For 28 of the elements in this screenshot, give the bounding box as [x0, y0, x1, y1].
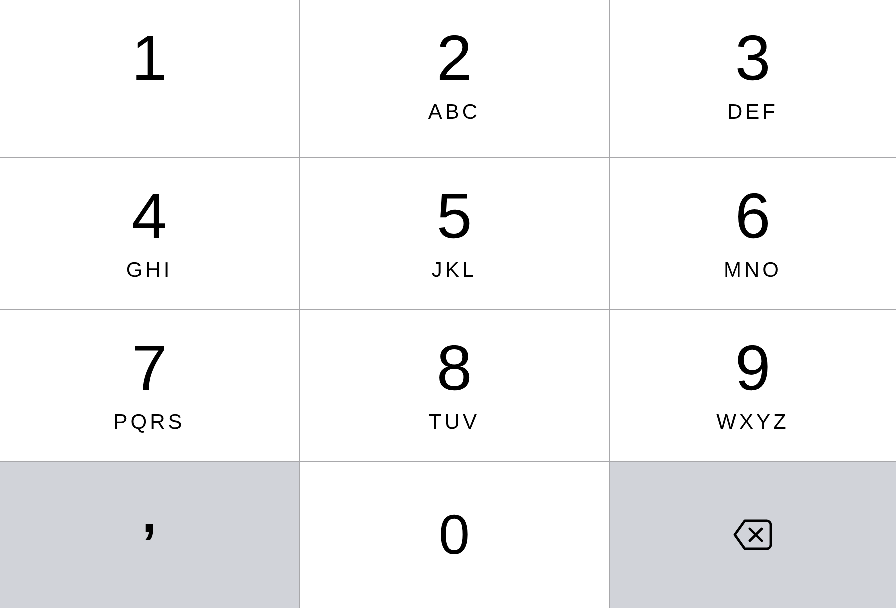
keypad-key[interactable]: 2 ABC: [300, 0, 610, 158]
keypad-key[interactable]: 7 PQRS: [0, 310, 300, 462]
key-digit: 9: [735, 336, 771, 400]
key-digit: 7: [132, 336, 168, 400]
comma-key[interactable]: ,: [0, 462, 300, 608]
backspace-key[interactable]: [610, 462, 896, 608]
key-letters: PQRS: [114, 412, 186, 434]
key-letters: MNO: [724, 260, 782, 282]
key-digit: 3: [735, 26, 771, 90]
keypad-key[interactable]: 5 JKL: [300, 158, 610, 310]
key-digit: 4: [132, 184, 168, 248]
key-letters: GHI: [126, 260, 173, 282]
key-digit: 6: [735, 184, 771, 248]
key-letters: JKL: [432, 260, 478, 282]
key-letters: ABC: [428, 102, 481, 124]
key-digit: 1: [132, 26, 168, 90]
key-digit: 5: [436, 184, 472, 248]
key-letters: DEF: [728, 102, 778, 124]
key-digit: 8: [436, 336, 472, 400]
key-digit: 0: [438, 507, 470, 563]
keypad-key[interactable]: 1: [0, 0, 300, 158]
keypad-key[interactable]: 4 GHI: [0, 158, 300, 310]
backspace-icon: [733, 519, 773, 551]
key-letters: TUV: [429, 412, 480, 434]
key-letters: WXYZ: [716, 412, 790, 434]
comma-label: ,: [141, 485, 158, 546]
keypad-key[interactable]: 8 TUV: [300, 310, 610, 462]
key-digit: 2: [436, 26, 472, 90]
